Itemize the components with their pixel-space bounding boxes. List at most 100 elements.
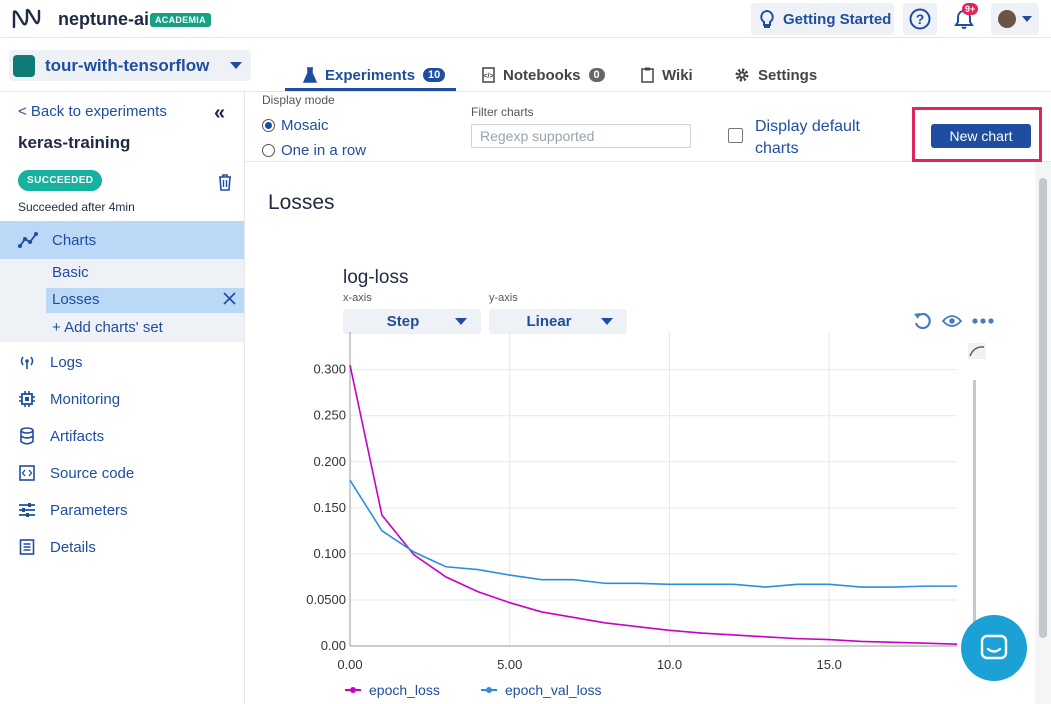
clipboard-icon: [641, 67, 654, 83]
x-tick-label: 0.00: [337, 657, 362, 672]
sidebar-item-label: Parameters: [50, 501, 128, 519]
charts-subnav: Basic Losses + Add charts' set: [0, 259, 244, 342]
notifications-badge: 9+: [962, 3, 979, 15]
getting-started-label: Getting Started: [783, 10, 892, 28]
sidebar-item-artifacts[interactable]: Artifacts: [18, 423, 238, 449]
tab-wiki[interactable]: Wiki: [641, 58, 693, 92]
y-tick-label: 0.0500: [306, 592, 346, 607]
neptune-logo-icon[interactable]: [12, 7, 42, 31]
page-scrollbar-thumb[interactable]: [1039, 178, 1047, 638]
help-icon: ?: [909, 8, 931, 30]
chart-scrollbar[interactable]: [973, 380, 976, 650]
project-color-icon: [13, 54, 35, 77]
filter-charts-input[interactable]: [471, 124, 691, 148]
x-tick-label: 15.0: [817, 657, 842, 672]
notebook-icon: </>: [482, 67, 495, 83]
notebooks-count-badge: 0: [588, 68, 605, 82]
collapse-sidebar-icon[interactable]: «: [214, 102, 225, 125]
project-name: tour-with-tensorflow: [45, 55, 210, 75]
page-scrollbar[interactable]: [1035, 162, 1051, 704]
plan-badge: ACADEMIA: [150, 13, 211, 27]
broadcast-icon: [20, 356, 34, 369]
legend-item-epoch-val-loss[interactable]: epoch_val_loss: [481, 682, 602, 698]
display-default-charts-label: Display default charts: [755, 118, 860, 157]
caret-down-icon: [1022, 16, 1032, 22]
sidebar-item-logs[interactable]: Logs: [18, 349, 238, 375]
lightbulb-icon: [760, 9, 774, 28]
project-selector[interactable]: tour-with-tensorflow: [9, 50, 251, 81]
new-chart-button[interactable]: New chart: [931, 124, 1031, 148]
log-loss-chart[interactable]: 0.00 0.0500 0.100 0.150 0.200 0.250 0.300 0.00 5…: [245, 162, 1035, 704]
radio-mosaic-label: Mosaic: [281, 117, 329, 134]
avatar: [998, 10, 1016, 28]
experiments-count-badge: 10: [423, 68, 446, 82]
database-icon: [20, 427, 34, 445]
tab-experiments[interactable]: Experiments 10: [303, 58, 446, 92]
y-tick-label: 0.00: [321, 638, 346, 653]
radio-one-in-a-row[interactable]: One in a row: [262, 142, 366, 159]
sidebar-item-label: Monitoring: [50, 390, 121, 408]
chat-icon: [980, 634, 1008, 660]
filter-charts-label: Filter charts: [471, 105, 534, 119]
chart-line-icon: [18, 232, 38, 248]
document-icon: [19, 539, 35, 555]
sidebar-item-label: Source code: [50, 464, 135, 482]
tab-settings[interactable]: Settings: [734, 58, 817, 92]
sidebar-item-parameters[interactable]: Parameters: [18, 497, 238, 523]
code-file-icon: [19, 465, 35, 481]
x-tick-label: 10.0: [657, 657, 682, 672]
sidebar-item-label: Charts: [52, 231, 97, 249]
brand-name[interactable]: neptune-ai: [58, 9, 149, 30]
sidebar-item-monitoring[interactable]: Monitoring: [18, 386, 238, 412]
radio-selected-icon: [262, 119, 275, 132]
help-button[interactable]: ?: [903, 3, 937, 35]
y-tick-label: 0.100: [313, 546, 346, 561]
tab-notebooks-label: Notebooks: [503, 66, 581, 84]
sidebar-item-source-code[interactable]: Source code: [18, 460, 238, 486]
user-menu[interactable]: [991, 3, 1039, 35]
radio-one-in-a-row-label: One in a row: [281, 142, 367, 159]
sidebar-item-charts[interactable]: Charts: [0, 221, 244, 259]
sliders-icon: [19, 503, 35, 517]
charts-toolbar: Display mode Mosaic One in a row Filter …: [245, 92, 1051, 162]
x-tick-label: 5.00: [497, 657, 522, 672]
sidebar-item-details[interactable]: Details: [18, 534, 238, 560]
svg-text:</>: </>: [483, 73, 493, 80]
add-charts-set-link[interactable]: + Add charts' set: [52, 319, 163, 336]
cpu-icon: [19, 391, 35, 407]
getting-started-button[interactable]: Getting Started: [751, 3, 894, 35]
series-line-epoch-loss[interactable]: [349, 364, 958, 645]
chevron-down-icon: [230, 62, 242, 69]
display-default-charts-checkbox[interactable]: [728, 128, 743, 143]
legend-line-icon: [345, 687, 361, 693]
trash-icon[interactable]: [218, 174, 232, 191]
sidebar-item-label: Logs: [50, 353, 83, 371]
back-to-experiments-link[interactable]: < Back to experiments: [18, 103, 167, 120]
svg-text:?: ?: [916, 11, 925, 27]
sidebar-item-label: Details: [50, 538, 96, 556]
sidebar-subitem-basic[interactable]: Basic: [52, 264, 89, 281]
y-tick-label: 0.250: [313, 408, 346, 423]
tab-experiments-label: Experiments: [325, 66, 416, 84]
sidebar-subitem-losses[interactable]: Losses: [52, 291, 100, 308]
status-badge: SUCCEEDED: [18, 170, 103, 191]
tab-settings-label: Settings: [758, 66, 818, 84]
y-tick-label: 0.150: [313, 500, 346, 515]
sidebar-item-label: Artifacts: [50, 427, 105, 445]
close-icon[interactable]: [222, 291, 237, 306]
top-bar: neptune-ai ACADEMIA Getting Started ? 9+: [0, 0, 1051, 38]
display-mode-label: Display mode: [262, 93, 335, 107]
active-tab-indicator: [285, 88, 456, 91]
y-tick-label: 0.300: [313, 362, 346, 377]
series-line-epoch-val-loss[interactable]: [349, 479, 957, 588]
legend-item-epoch-loss[interactable]: epoch_loss: [345, 682, 440, 698]
legend-line-icon: [481, 687, 497, 693]
gear-icon: [735, 68, 749, 82]
radio-unselected-icon: [262, 144, 275, 157]
radio-mosaic[interactable]: Mosaic: [262, 117, 329, 134]
experiment-name: keras-training: [18, 133, 131, 152]
flask-icon: [303, 67, 317, 83]
tab-wiki-label: Wiki: [662, 66, 693, 84]
chat-button[interactable]: [961, 615, 1027, 681]
tab-notebooks[interactable]: </> Notebooks 0: [482, 58, 605, 92]
